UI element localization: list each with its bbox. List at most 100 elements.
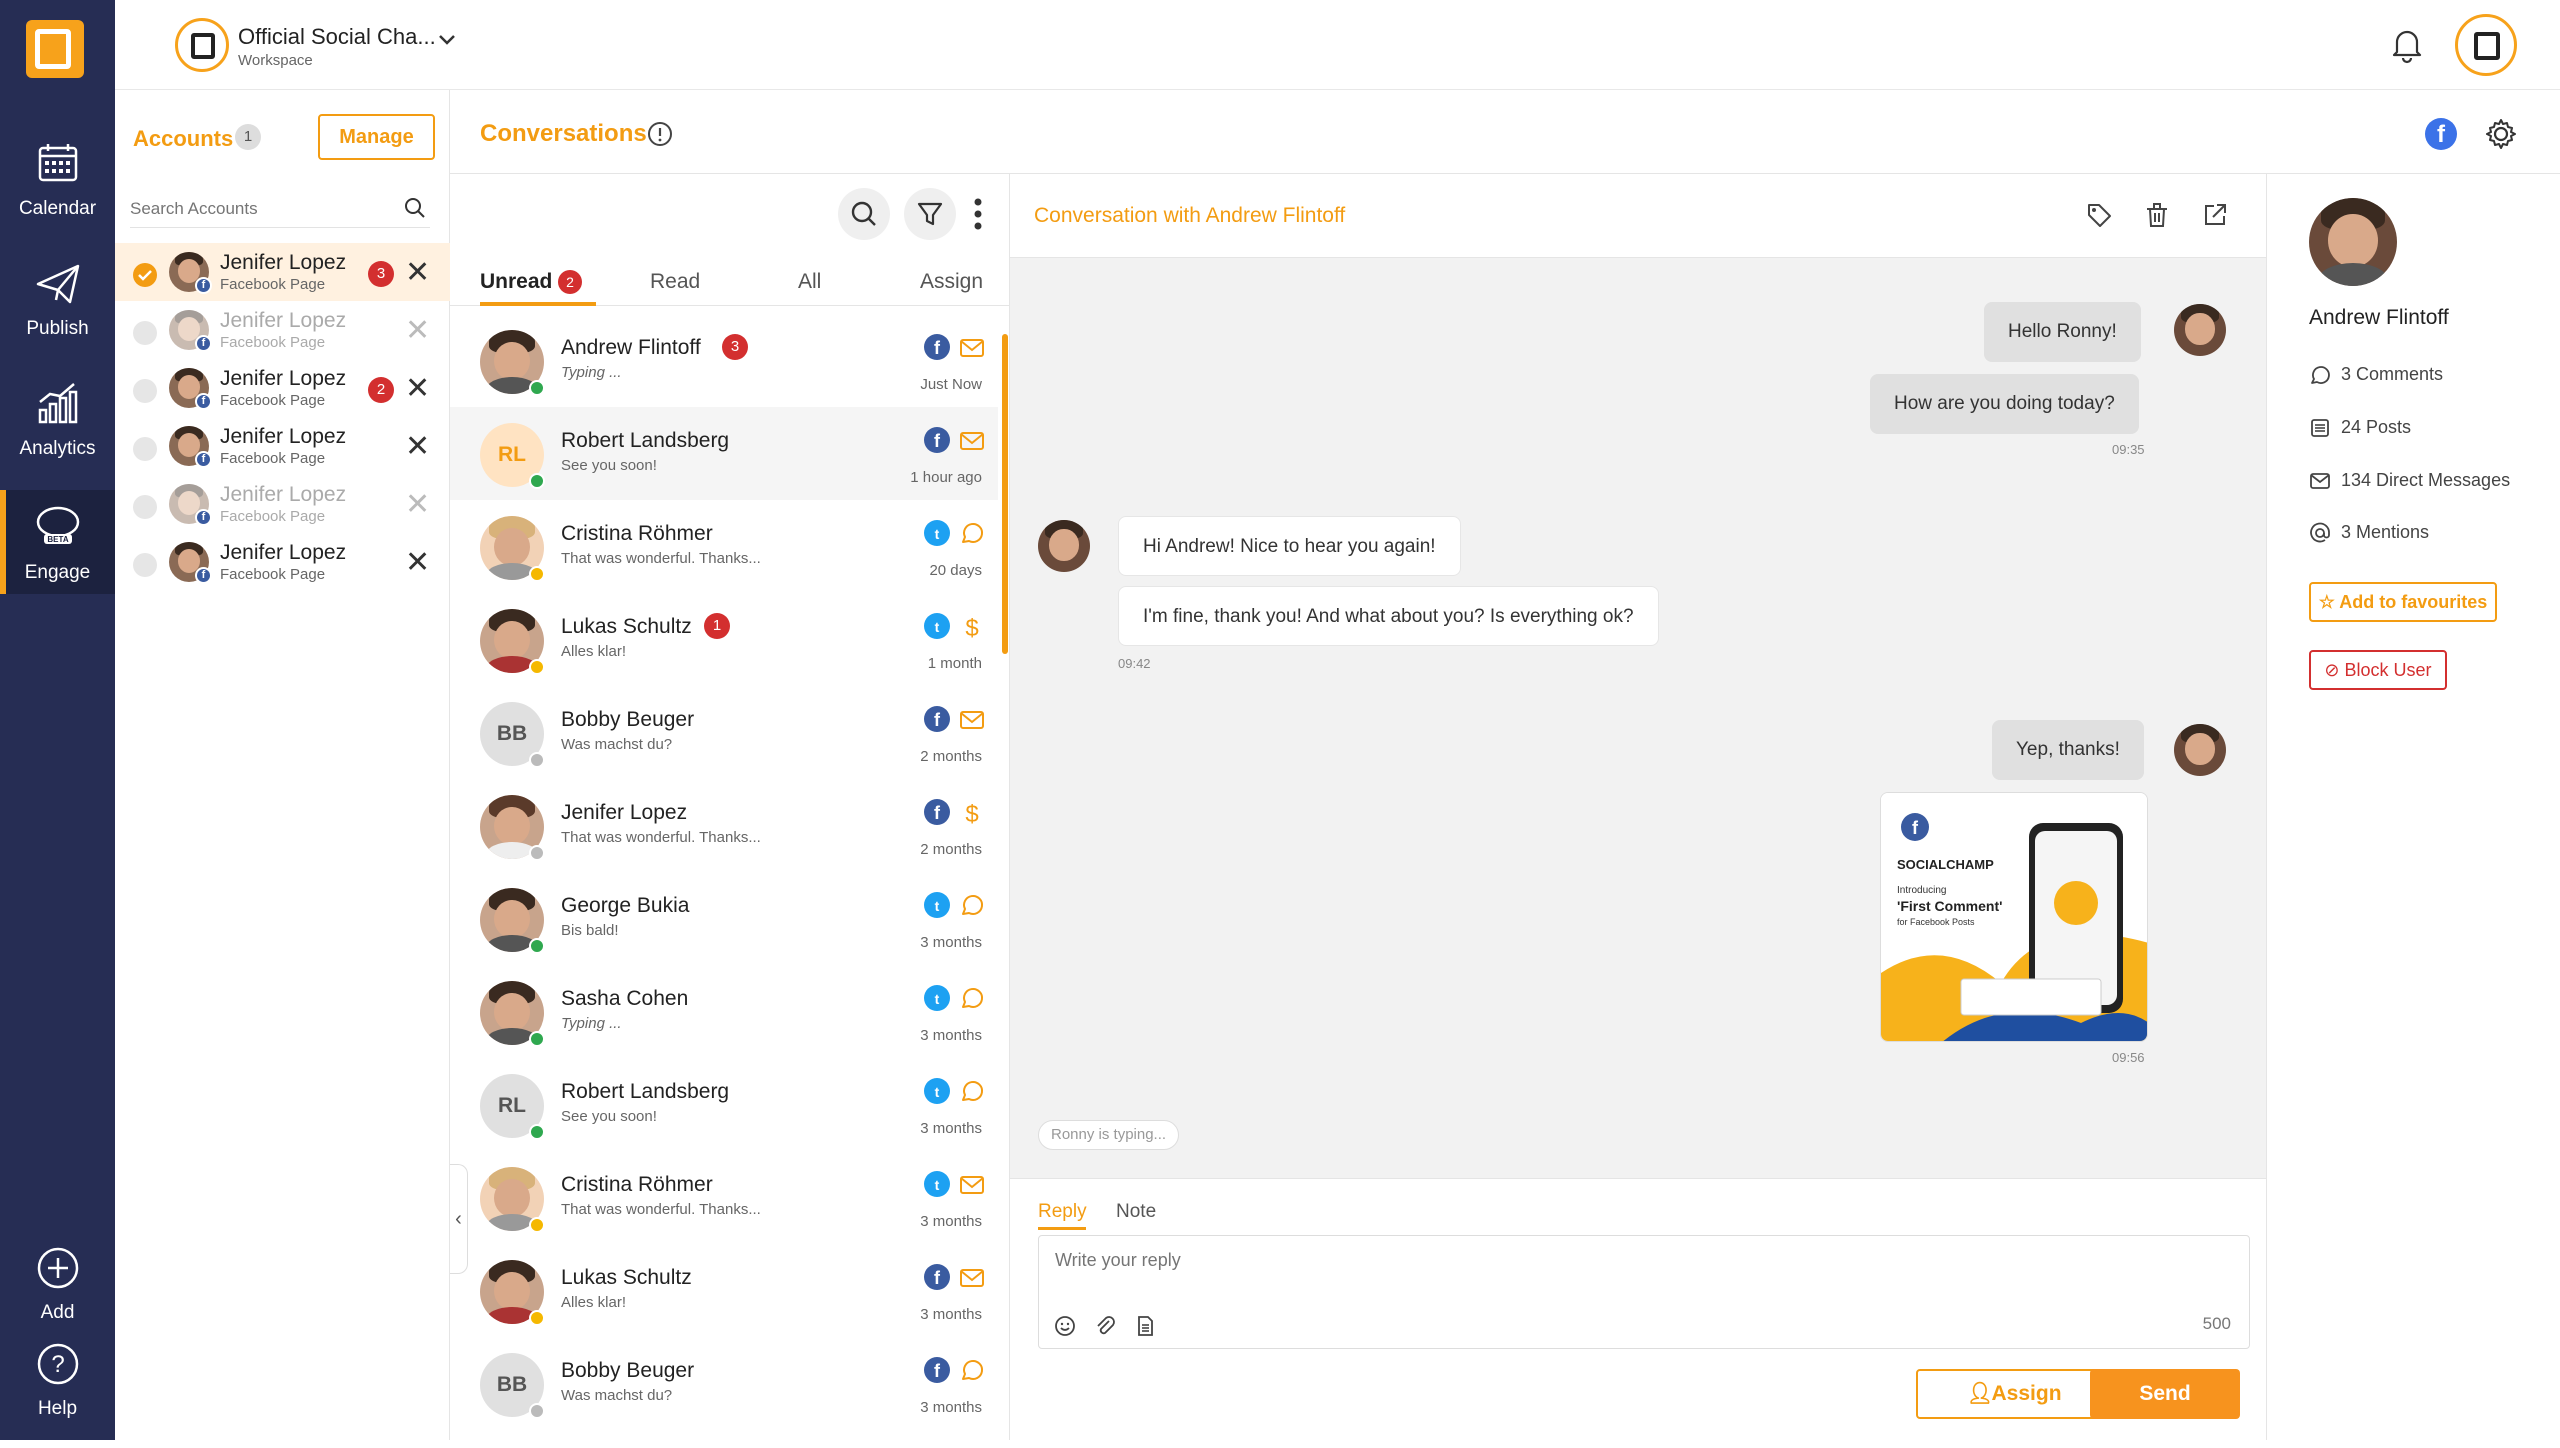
- posts-stat[interactable]: 24 Posts: [2309, 417, 2411, 439]
- conversation-item[interactable]: Cristina Röhmer That was wonderful. Than…: [450, 1151, 998, 1244]
- nav-analytics[interactable]: Analytics: [0, 376, 115, 488]
- workspace-title[interactable]: Official Social Cha...: [238, 24, 436, 50]
- envelope-icon: [960, 711, 984, 729]
- close-icon[interactable]: ✕: [405, 255, 430, 290]
- collapse-panel-button[interactable]: ‹: [450, 1164, 468, 1274]
- account-row[interactable]: f Jenifer Lopez Facebook Page ✕: [115, 301, 450, 359]
- tab-unread[interactable]: Unread: [480, 270, 552, 294]
- more-vertical-icon[interactable]: [968, 194, 988, 234]
- nav-engage[interactable]: BETA Engage: [0, 490, 115, 594]
- conversation-item[interactable]: Jenifer Lopez That was wonderful. Thanks…: [450, 779, 998, 872]
- away-status-dot: [529, 659, 545, 675]
- facebook-icon[interactable]: f: [2425, 118, 2457, 150]
- reply-input[interactable]: [1055, 1250, 2155, 1271]
- chevron-left-icon: ‹: [455, 1208, 462, 1230]
- trash-icon[interactable]: [2142, 200, 2172, 230]
- close-icon[interactable]: ✕: [405, 371, 430, 406]
- account-select-radio[interactable]: [133, 379, 157, 403]
- account-row[interactable]: f Jenifer Lopez Facebook Page 2 ✕: [115, 359, 450, 417]
- document-icon[interactable]: [1133, 1314, 1157, 1338]
- message-preview: Typing ...: [561, 1015, 622, 1032]
- close-icon[interactable]: ✕: [405, 545, 430, 580]
- attachment-image: f SOCIALCHAMP Introducing 'First Comment…: [1881, 793, 2147, 1041]
- conversation-item[interactable]: Andrew Flintoff 3 Typing ... f Just Now: [450, 314, 998, 407]
- comments-count: 3 Comments: [2341, 364, 2444, 384]
- add-to-favourites-button[interactable]: ☆ Add to favourites: [2309, 582, 2497, 622]
- attachment-line1: Introducing: [1897, 885, 1946, 896]
- search-icon[interactable]: [403, 196, 427, 220]
- close-icon[interactable]: ✕: [405, 313, 430, 348]
- scrollbar[interactable]: [1002, 334, 1008, 654]
- manage-button[interactable]: Manage: [318, 114, 435, 160]
- account-select-radio[interactable]: [133, 495, 157, 519]
- nav-calendar[interactable]: Calendar: [0, 136, 115, 248]
- unread-badge: 3: [722, 334, 748, 360]
- mentions-stat[interactable]: 3 Mentions: [2309, 522, 2429, 544]
- message-time: 3 months: [920, 1027, 982, 1044]
- tab-note[interactable]: Note: [1116, 1201, 1156, 1223]
- workspace-logo[interactable]: [175, 18, 229, 72]
- conversation-item[interactable]: RL Robert Landsberg See you soon! f 1 ho…: [450, 407, 998, 500]
- tab-assign[interactable]: Assign: [920, 270, 983, 294]
- tab-read[interactable]: Read: [650, 270, 700, 294]
- account-select-radio[interactable]: [133, 553, 157, 577]
- bell-icon[interactable]: [2385, 22, 2429, 66]
- user-avatar[interactable]: [2455, 14, 2517, 76]
- assign-button[interactable]: 👤︎ Assign: [1916, 1369, 2112, 1419]
- conversation-item[interactable]: George Bukia Bis bald! t 3 months: [450, 872, 998, 965]
- message-preview: Typing ...: [561, 364, 622, 381]
- close-icon[interactable]: ✕: [405, 429, 430, 464]
- account-select-radio[interactable]: [133, 321, 157, 345]
- tab-reply[interactable]: Reply: [1038, 1201, 1087, 1223]
- online-status-dot: [529, 380, 545, 396]
- app-logo[interactable]: [26, 20, 84, 78]
- account-row[interactable]: f Jenifer Lopez Facebook Page ✕: [115, 475, 450, 533]
- nav-publish-label: Publish: [26, 318, 89, 339]
- nav-publish[interactable]: Publish: [0, 256, 115, 368]
- message-time: 1 hour ago: [910, 469, 982, 486]
- add-to-favourites-label: Add to favourites: [2339, 591, 2488, 612]
- send-button[interactable]: Send: [2090, 1369, 2240, 1419]
- external-link-icon[interactable]: [2200, 200, 2230, 230]
- twitter-icon: t: [924, 1171, 950, 1197]
- filter-button[interactable]: [904, 188, 956, 240]
- account-row[interactable]: f Jenifer Lopez Facebook Page ✕: [115, 533, 450, 591]
- conversation-item[interactable]: Cristina Röhmer That was wonderful. Than…: [450, 500, 998, 593]
- tag-icon[interactable]: [2084, 200, 2114, 230]
- chevron-down-icon[interactable]: [435, 28, 459, 52]
- search-accounts-input[interactable]: [130, 190, 430, 228]
- close-icon[interactable]: ✕: [405, 487, 430, 522]
- message-preview: See you soon!: [561, 457, 657, 474]
- account-select-radio[interactable]: [133, 437, 157, 461]
- conversations-title: Conversations: [480, 120, 647, 147]
- account-row[interactable]: f Jenifer Lopez Facebook Page 3 ✕: [115, 243, 450, 301]
- comments-stat[interactable]: 3 Comments: [2309, 364, 2443, 386]
- account-name: Jenifer Lopez: [220, 541, 347, 564]
- conversation-item[interactable]: RL Robert Landsberg See you soon! t 3 mo…: [450, 1058, 998, 1151]
- paperclip-icon[interactable]: [1093, 1314, 1117, 1338]
- conversation-item[interactable]: Sasha Cohen Typing ... t 3 months: [450, 965, 998, 1058]
- direct-messages-stat[interactable]: 134 Direct Messages: [2309, 470, 2510, 492]
- conversation-item[interactable]: Lukas Schultz Alles klar! f 3 months: [450, 1244, 998, 1337]
- left-navigation: Calendar Publish Analytics BETA Engage A…: [0, 0, 115, 1440]
- conversation-item[interactable]: BB Bobby Beuger Was machst du? f 2 month…: [450, 686, 998, 779]
- gear-icon[interactable]: [2483, 116, 2519, 152]
- account-row[interactable]: f Jenifer Lopez Facebook Page ✕: [115, 417, 450, 475]
- info-icon[interactable]: [646, 120, 674, 148]
- message-time: 2 months: [920, 841, 982, 858]
- nav-analytics-label: Analytics: [19, 438, 96, 459]
- conversation-item[interactable]: Lukas Schultz 1 Alles klar! t $ 1 month: [450, 593, 998, 686]
- active-tab-indicator: [1038, 1227, 1086, 1230]
- message-preview: That was wonderful. Thanks...: [561, 829, 761, 846]
- block-user-button[interactable]: ⊘ Block User: [2309, 650, 2447, 690]
- sender-avatar: [2174, 304, 2226, 356]
- account-select-radio[interactable]: [133, 263, 157, 287]
- tab-all[interactable]: All: [798, 270, 821, 294]
- search-conversations-button[interactable]: [838, 188, 890, 240]
- nav-help[interactable]: ? Help: [0, 1336, 115, 1448]
- message-time: 3 months: [920, 1213, 982, 1230]
- conversation-item[interactable]: BB Bobby Beuger Was machst du? f 3 month…: [450, 1337, 998, 1430]
- emoji-icon[interactable]: [1053, 1314, 1077, 1338]
- image-attachment[interactable]: f SOCIALCHAMP Introducing 'First Comment…: [1880, 792, 2148, 1042]
- account-type: Facebook Page: [220, 392, 326, 409]
